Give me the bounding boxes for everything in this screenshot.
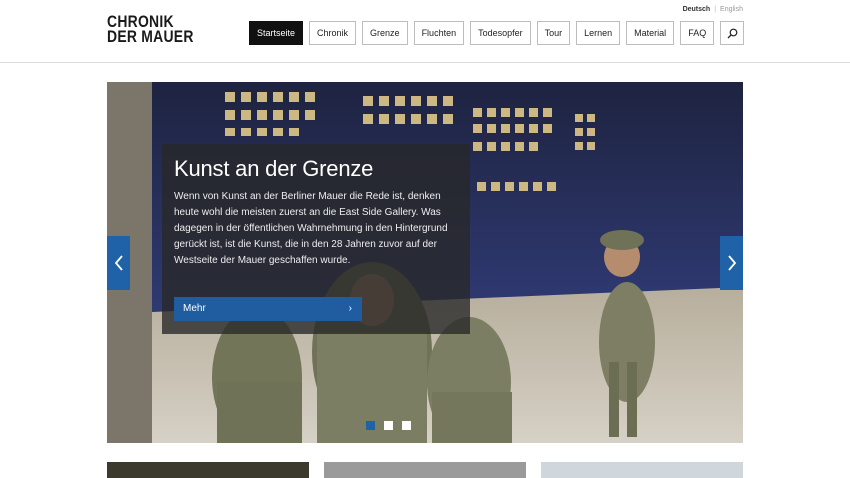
teaser-image-2[interactable] [324, 462, 526, 478]
language-switcher: Deutsch | English [683, 6, 743, 13]
slide-title: Kunst an der Grenze [174, 156, 374, 181]
slide-caption: Kunst an der Grenze Wenn von Kunst an de… [162, 144, 470, 334]
slider-pagination [366, 421, 411, 430]
teaser-image-1[interactable] [107, 462, 309, 478]
more-button[interactable]: Mehr › [174, 297, 362, 321]
language-de[interactable]: Deutsch [683, 6, 711, 13]
teaser-image-3[interactable] [541, 462, 743, 478]
chevron-right-small-icon: › [348, 303, 352, 314]
hero-slider[interactable]: Kunst an der Grenze Wenn von Kunst an de… [107, 82, 743, 443]
nav-item-material[interactable]: Material [626, 21, 675, 45]
nav-item-lernen[interactable]: Lernen [576, 21, 621, 45]
nav-item-tour[interactable]: Tour [536, 21, 571, 45]
slider-next-button[interactable] [720, 236, 743, 290]
chevron-left-icon [114, 255, 123, 271]
nav-item-chronik[interactable]: Chronik [309, 21, 357, 45]
nav-item-startseite[interactable]: Startseite [249, 21, 304, 45]
nav-item-todesopfer[interactable]: Todesopfer [470, 21, 531, 45]
search-icon [727, 28, 738, 38]
slider-prev-button[interactable] [107, 236, 130, 290]
main-nav: Startseite Chronik Grenze Fluchten Todes… [249, 21, 745, 45]
nav-item-faq[interactable]: FAQ [680, 21, 715, 45]
more-button-label: Mehr [183, 303, 206, 314]
language-separator: | [714, 6, 717, 13]
nav-item-fluchten[interactable]: Fluchten [413, 21, 465, 45]
slider-dot-2[interactable] [384, 421, 393, 430]
nav-item-grenze[interactable]: Grenze [362, 21, 408, 45]
site-logo[interactable]: CHRONIK DER MAUER [107, 13, 194, 46]
language-en[interactable]: English [720, 6, 743, 13]
search-button[interactable] [720, 21, 745, 45]
slider-dot-3[interactable] [402, 421, 411, 430]
slide-text: Wenn von Kunst an der Berliner Mauer die… [174, 191, 448, 266]
logo-line-2: DER MAUER [107, 27, 194, 46]
site-header: CHRONIK DER MAUER Deutsch | English Starts… [0, 0, 850, 63]
chevron-right-icon [727, 255, 736, 271]
slider-dot-1[interactable] [366, 421, 375, 430]
